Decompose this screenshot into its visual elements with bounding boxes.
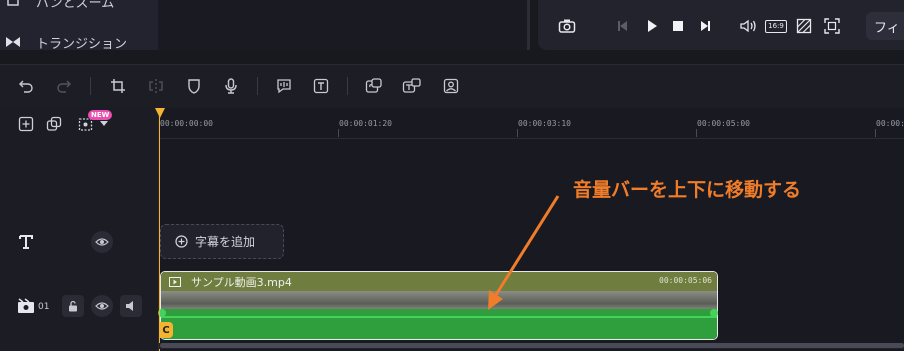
add-subtitle-label: 字幕を追加 (195, 235, 256, 249)
title-track-visibility-icon[interactable] (91, 231, 113, 253)
library-area (158, 0, 530, 50)
undo-icon[interactable] (16, 76, 36, 96)
fullscreen-icon[interactable] (822, 16, 842, 36)
ruler-tick-label: 00:00:03:10 (518, 119, 571, 128)
crop-icon[interactable] (108, 76, 128, 96)
split-icon[interactable] (146, 76, 166, 96)
menu-item-transition-label: トランジション (36, 36, 128, 52)
toolbar-divider (257, 77, 258, 95)
panel-divider[interactable] (527, 0, 530, 50)
text-icon[interactable] (311, 76, 331, 96)
video-track-visibility-icon[interactable] (91, 295, 113, 317)
transition-icon (0, 35, 26, 49)
ai-portrait-icon[interactable] (441, 76, 461, 96)
menu-item-pan-zoom[interactable]: パンとズーム (0, 0, 114, 12)
title-track-icon (16, 232, 36, 252)
snapshot-icon[interactable] (557, 16, 577, 36)
ruler-tick (875, 129, 876, 137)
clip-name: サンプル動画3.mp4 (191, 275, 292, 289)
mask-icon[interactable] (184, 76, 204, 96)
ruler-tick (696, 129, 697, 137)
playhead-handle[interactable] (155, 108, 165, 118)
add-subtitle-button[interactable]: 字幕を追加 (160, 224, 284, 259)
link-tracks-icon[interactable] (44, 114, 64, 134)
lock-track-icon[interactable] (62, 295, 84, 317)
pan-zoom-icon (0, 0, 26, 8)
clip-thumbnails (161, 291, 717, 309)
ruler-tick (338, 129, 339, 137)
text-to-speech-icon[interactable] (402, 76, 422, 96)
stop-icon[interactable] (668, 16, 688, 36)
play-icon[interactable] (642, 16, 662, 36)
ruler-tick-label: 00:00:00:00 (160, 119, 213, 128)
toolbar-divider (90, 77, 91, 95)
menu-item-pan-zoom-label: パンとズーム (36, 0, 115, 11)
video-clip[interactable]: サンプル動画3.mp4 00:00:05:06 (160, 271, 718, 340)
add-track-icon[interactable] (16, 114, 36, 134)
clip-header: サンプル動画3.mp4 00:00:05:06 (161, 272, 717, 291)
toolbar-divider (347, 77, 348, 95)
fit-select[interactable]: フィ (866, 12, 904, 40)
microphone-icon[interactable] (221, 76, 241, 96)
aspect-ratio-label: 16:9 (765, 19, 787, 33)
speech-to-text-icon[interactable] (274, 76, 294, 96)
volume-bar[interactable] (161, 316, 717, 318)
fit-select-value: フィ (874, 20, 900, 36)
ruler-tick (517, 129, 518, 137)
playhead[interactable] (159, 108, 160, 351)
video-track-number: 01 (38, 302, 50, 312)
preview-controls (538, 0, 904, 50)
mute-track-icon[interactable] (120, 295, 142, 317)
clip-start-marker: C (159, 322, 173, 338)
next-frame-icon[interactable] (695, 16, 715, 36)
clip-duration: 00:00:05:06 (659, 276, 712, 285)
video-clip-icon (169, 276, 181, 287)
effects-panel: パンとズーム トランジション (0, 0, 158, 53)
new-badge: NEW (88, 110, 113, 120)
annotation-text: 音量バーを上下に移動する (573, 179, 802, 201)
prev-frame-icon[interactable] (613, 16, 633, 36)
volume-keyframe-handle[interactable] (710, 309, 718, 317)
redo-icon[interactable] (54, 76, 74, 96)
annotation-arrow-icon (488, 195, 560, 310)
ruler-tick-label: 00:00:0 (876, 119, 904, 128)
ruler-tick-label: 00:00:01:20 (339, 119, 392, 128)
video-track-icon (16, 296, 36, 316)
volume-icon[interactable] (739, 16, 759, 36)
aspect-ratio-button[interactable]: 16:9 (765, 16, 787, 36)
audio-waveform (161, 309, 717, 339)
ruler-tick-label: 00:00:05:00 (697, 119, 750, 128)
plus-circle-icon (175, 235, 188, 248)
render-preview-icon[interactable] (794, 16, 814, 36)
menu-item-transition[interactable]: トランジション (0, 31, 127, 53)
auto-subtitle-icon[interactable] (364, 76, 384, 96)
timeline-scrollbar-thumb[interactable] (160, 343, 904, 348)
